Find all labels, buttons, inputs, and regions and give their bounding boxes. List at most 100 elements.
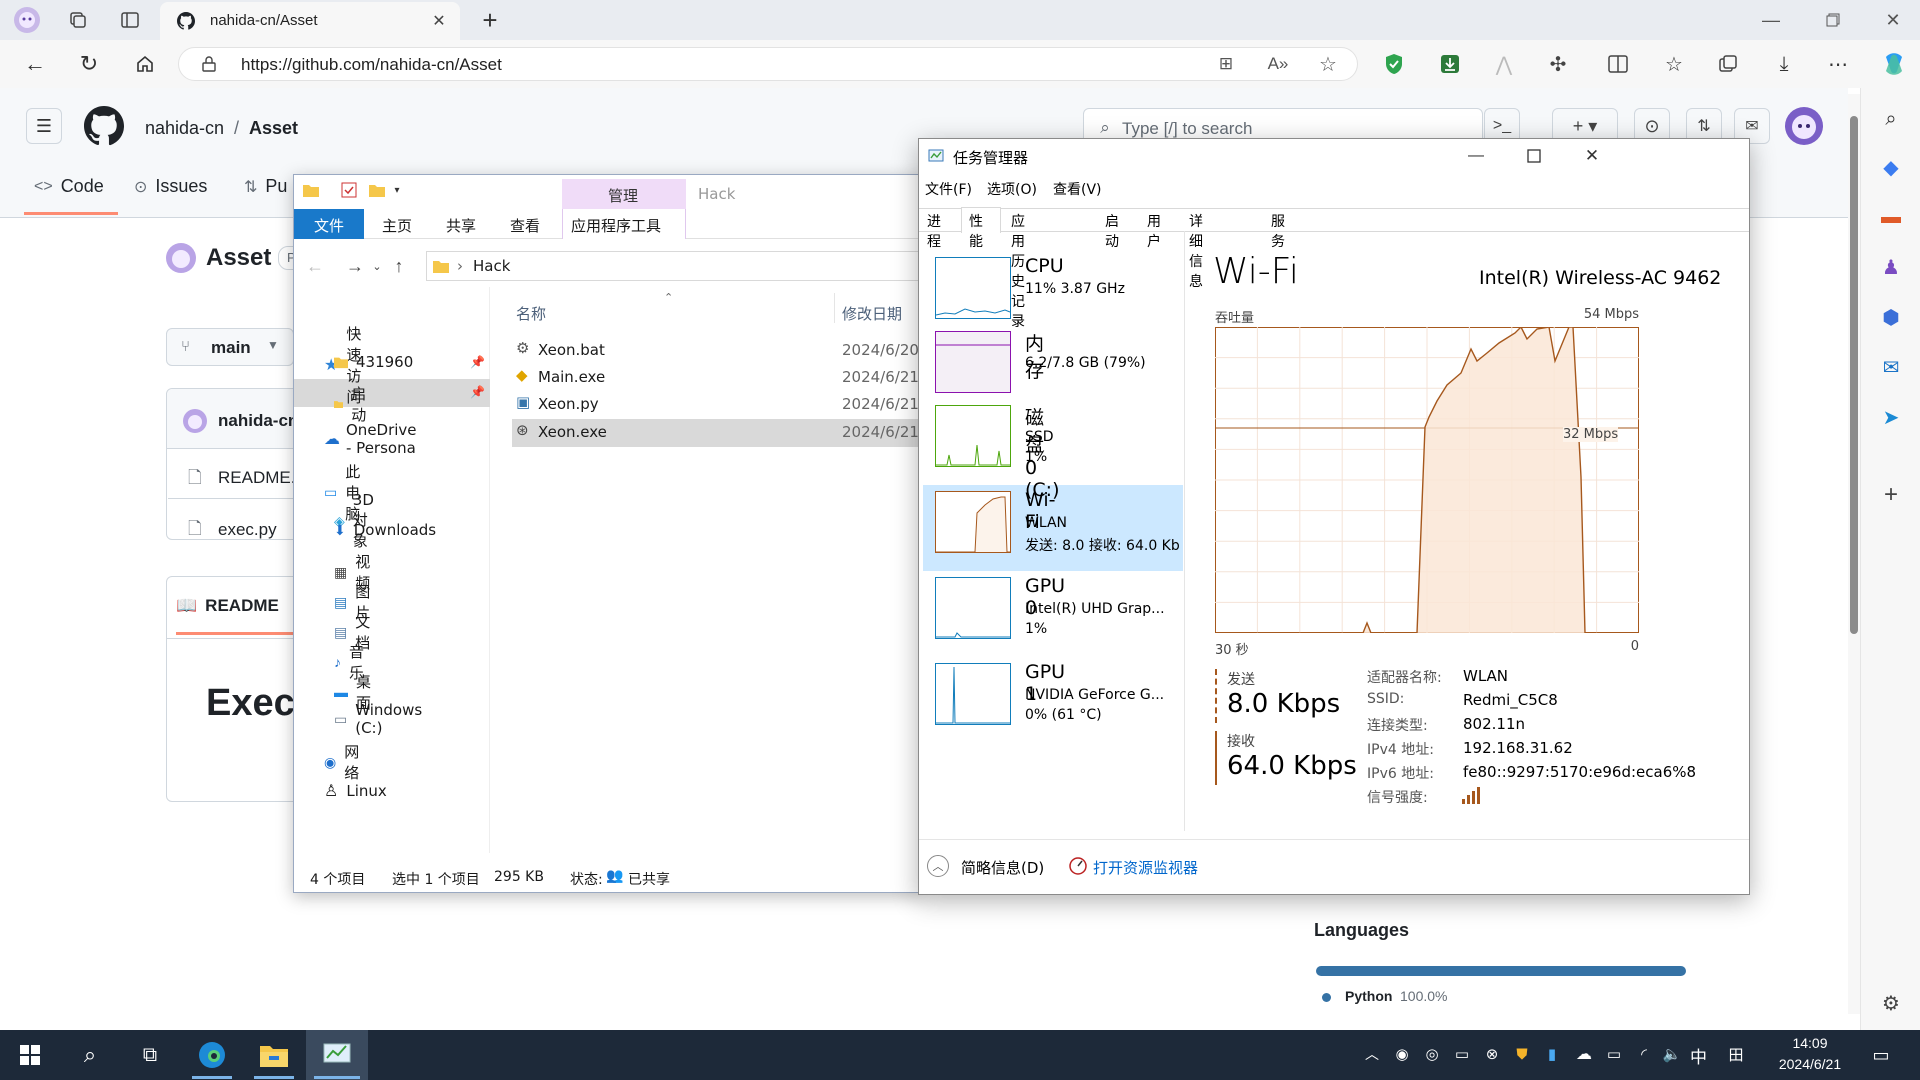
- tm-close-icon[interactable]: ✕: [1577, 143, 1607, 169]
- split-screen-icon[interactable]: [1604, 50, 1632, 78]
- column-header-modified[interactable]: 修改日期: [842, 303, 902, 324]
- profile-avatar[interactable]: [10, 4, 44, 36]
- nav-up-icon[interactable]: ↑: [388, 255, 410, 277]
- taskbar-search-icon[interactable]: ⌕: [72, 1036, 108, 1074]
- sidebar-settings-icon[interactable]: ⚙: [1876, 988, 1906, 1018]
- file-row-selected[interactable]: ⊛ Xeon.exe 2024/6/21: [516, 421, 919, 443]
- tray-display-icon[interactable]: ▭: [1452, 1042, 1472, 1066]
- branch-selector[interactable]: ⑂ main ▼: [166, 328, 294, 366]
- manage-tab-header[interactable]: 管理: [562, 179, 686, 209]
- tray-wifi-icon[interactable]: ◜: [1632, 1042, 1656, 1066]
- sidebar-outlook-icon[interactable]: ✉: [1876, 352, 1906, 382]
- nav-linux[interactable]: ♙ Linux: [324, 781, 387, 801]
- app-available-icon[interactable]: ⊞: [1212, 50, 1240, 78]
- tray-steam-icon[interactable]: ⊗: [1482, 1042, 1502, 1066]
- close-window-icon[interactable]: ✕: [1878, 4, 1908, 36]
- user-avatar[interactable]: [1784, 106, 1824, 146]
- ribbon-file-tab[interactable]: 文件: [294, 209, 364, 239]
- explorer-path[interactable]: Hack: [473, 257, 510, 275]
- tray-defender-icon[interactable]: ▮: [1542, 1042, 1562, 1066]
- hamburger-menu-icon[interactable]: ☰: [26, 108, 62, 144]
- extensions-icon[interactable]: ✣: [1544, 50, 1572, 78]
- tm-tab[interactable]: 用户: [1147, 211, 1161, 251]
- file-row[interactable]: ⚙ Xeon.bat 2024/6/20: [516, 339, 919, 361]
- tm-tab[interactable]: 进程: [927, 211, 941, 251]
- tray-discord-icon[interactable]: ◉: [1392, 1042, 1412, 1066]
- open-resource-monitor-link[interactable]: 打开资源监视器: [1093, 857, 1198, 878]
- recent-locations-icon[interactable]: ⌄: [370, 255, 384, 277]
- tm-tab[interactable]: 性能: [969, 211, 983, 251]
- nav-folder-431960[interactable]: 431960: [334, 353, 413, 371]
- tray-volume-icon[interactable]: 🔈: [1660, 1042, 1684, 1066]
- nav-folder-startup[interactable]: 启动: [334, 383, 371, 425]
- tray-overflow-icon[interactable]: ︿: [1362, 1042, 1382, 1066]
- tm-minimize-icon[interactable]: —: [1461, 143, 1491, 169]
- tab-issues[interactable]: ⊙ Issues: [134, 176, 207, 197]
- vertical-tabs-icon[interactable]: [114, 4, 146, 36]
- adblock-shield-icon[interactable]: [1380, 50, 1408, 78]
- lock-icon[interactable]: [199, 54, 219, 74]
- clock[interactable]: 14:09 2024/6/21: [1760, 1032, 1860, 1078]
- taskmgr-taskbar-button[interactable]: [306, 1030, 368, 1080]
- column-header-name[interactable]: 名称: [516, 303, 546, 324]
- tray-onedrive-icon[interactable]: ☁: [1572, 1042, 1596, 1066]
- sidebar-tools-icon[interactable]: ▬: [1876, 202, 1906, 232]
- ime-indicator[interactable]: 中: [1690, 1043, 1707, 1068]
- task-view-icon[interactable]: ⧉: [132, 1036, 168, 1074]
- file-row[interactable]: ▣ Xeon.py 2024/6/21: [516, 393, 919, 415]
- home-icon[interactable]: [128, 48, 162, 80]
- sidebar-add-icon[interactable]: +: [1876, 480, 1906, 510]
- back-icon[interactable]: ←: [18, 48, 52, 80]
- tab-code[interactable]: <> Code: [34, 176, 104, 197]
- url-bar[interactable]: https://github.com/nahida-cn/Asset: [178, 47, 1358, 81]
- readme-tab[interactable]: 📖 README: [176, 596, 279, 616]
- commit-author[interactable]: nahida-cn: [218, 411, 298, 431]
- url-text[interactable]: https://github.com/nahida-cn/Asset: [241, 55, 502, 75]
- sidebar-games-icon[interactable]: ♟: [1876, 252, 1906, 282]
- ribbon-apptools-tab[interactable]: 应用程序工具: [562, 209, 686, 239]
- ribbon-home-tab[interactable]: 主页: [382, 215, 412, 236]
- downloads-icon[interactable]: ⤓: [1770, 50, 1798, 78]
- new-folder-icon[interactable]: [368, 181, 386, 199]
- start-windows-icon[interactable]: [12, 1036, 48, 1074]
- favorites-icon[interactable]: ☆: [1660, 50, 1688, 78]
- tray-shield-icon[interactable]: ⛊: [1512, 1042, 1532, 1066]
- taskbar-explorer-icon[interactable]: [254, 1034, 294, 1076]
- commit-author-avatar[interactable]: [182, 408, 208, 434]
- sidebar-m365-icon[interactable]: ⬢: [1876, 302, 1906, 332]
- copilot-icon[interactable]: [1878, 48, 1910, 80]
- tm-tab[interactable]: 启动: [1105, 211, 1119, 251]
- sidebar-search-icon[interactable]: ⌕: [1876, 104, 1906, 134]
- close-tab-icon[interactable]: ✕: [428, 10, 450, 32]
- page-scrollbar[interactable]: [1848, 94, 1860, 1014]
- explorer-address-bar[interactable]: › Hack: [426, 251, 924, 281]
- tm-tab[interactable]: 应用历史记录: [1011, 211, 1025, 331]
- file-row[interactable]: ◆ Main.exe 2024/6/21: [516, 366, 919, 388]
- collapse-chevron-icon[interactable]: ︿: [927, 855, 949, 877]
- minimize-icon[interactable]: —: [1756, 4, 1786, 36]
- ime-mode-icon[interactable]: 田: [1724, 1042, 1748, 1066]
- tab-pulls[interactable]: ⇅ Pu: [244, 176, 287, 197]
- file-exec[interactable]: exec.py: [218, 520, 277, 540]
- tray-app-icon[interactable]: ◎: [1422, 1042, 1442, 1066]
- nav-network[interactable]: ◉ 网络: [324, 741, 359, 783]
- scrollbar-thumb[interactable]: [1850, 116, 1858, 634]
- language-name[interactable]: Python: [1345, 988, 1392, 1004]
- nav-back-icon[interactable]: ←: [304, 255, 326, 277]
- properties-icon[interactable]: [340, 181, 358, 199]
- perf-item-name[interactable]: CPU: [1025, 255, 1064, 277]
- nav-downloads[interactable]: ⬇ Downloads: [334, 521, 436, 539]
- tm-maximize-icon[interactable]: [1519, 143, 1549, 169]
- translate-extension-icon[interactable]: ⋀: [1490, 50, 1518, 78]
- new-tab-icon[interactable]: +: [474, 4, 506, 36]
- tm-tab[interactable]: 服务: [1271, 211, 1285, 251]
- brief-info-link[interactable]: 简略信息(D): [961, 857, 1044, 878]
- taskbar-edge-icon[interactable]: [192, 1034, 232, 1076]
- customize-toolbar-icon[interactable]: ▾: [390, 181, 404, 199]
- tm-menu-file[interactable]: 文件(F): [925, 179, 972, 199]
- tm-menu-options[interactable]: 选项(O): [987, 179, 1037, 199]
- nav-onedrive[interactable]: ☁ OneDrive - Persona: [324, 421, 417, 457]
- collections-icon[interactable]: [1714, 50, 1742, 78]
- download-extension-icon[interactable]: [1436, 50, 1464, 78]
- read-aloud-icon[interactable]: A»: [1264, 50, 1292, 78]
